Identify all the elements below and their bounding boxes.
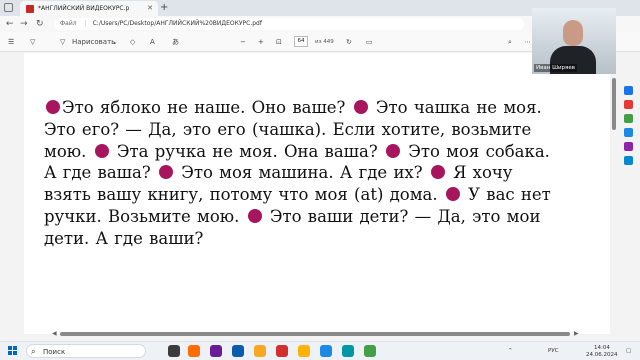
bullet-dot-icon bbox=[46, 100, 60, 114]
app-icon-1[interactable] bbox=[188, 345, 200, 357]
document-sentence: Это моя машина. А где их? bbox=[174, 163, 429, 183]
address-field[interactable]: Файл | C:/Users/PC/Desktop/АНГЛИЙСКИЙ%20ВИ… bbox=[54, 18, 524, 30]
close-tab-icon[interactable]: ✕ bbox=[147, 1, 153, 16]
webcam-overlay: Иван Ширяев bbox=[532, 8, 616, 74]
taskbar-search-placeholder: Поиск bbox=[43, 348, 66, 356]
app-icon-2[interactable] bbox=[276, 345, 288, 357]
horizontal-scrollbar[interactable] bbox=[60, 332, 570, 336]
translate-icon[interactable]: あ bbox=[172, 36, 179, 48]
language-indicator[interactable]: РУС bbox=[548, 348, 559, 354]
document-viewport: Это яблоко не наше. Оно ваше? Это чашка … bbox=[0, 53, 640, 334]
tab-title: *АНГЛИЙСКИЙ ВИДЕОКУРС.p bbox=[38, 5, 130, 12]
copilot-icon[interactable] bbox=[624, 86, 633, 95]
bullet-dot-icon bbox=[158, 165, 173, 180]
task-view-icon[interactable] bbox=[168, 345, 180, 357]
tray-chevron-icon[interactable]: ⌃ bbox=[508, 348, 513, 354]
reload-icon[interactable]: ↻ bbox=[36, 17, 44, 31]
bullet-dot-icon bbox=[445, 187, 460, 202]
bullet-dot-icon bbox=[430, 165, 445, 180]
notifications-icon[interactable]: ▢ bbox=[626, 348, 631, 354]
shopping-icon[interactable] bbox=[624, 100, 633, 109]
page-total: из 449 bbox=[315, 39, 334, 45]
yandex-icon[interactable] bbox=[210, 345, 222, 357]
document-sentence: Эта ручка не моя. Она ваша? bbox=[110, 141, 384, 161]
new-tab-button[interactable]: + bbox=[160, 0, 168, 15]
app-icon-3[interactable] bbox=[298, 345, 310, 357]
forward-icon[interactable]: → bbox=[20, 17, 28, 31]
draw-dropdown-icon[interactable]: ⌄ bbox=[112, 36, 118, 48]
clock-date[interactable]: 24.06.2024 bbox=[586, 352, 618, 358]
highlight-icon[interactable]: ▽ bbox=[30, 36, 35, 48]
bullet-dot-icon bbox=[94, 143, 109, 158]
bullet-dot-icon bbox=[247, 208, 262, 223]
scroll-left-icon[interactable]: ◀ bbox=[52, 330, 57, 337]
draw-button[interactable]: Нарисовать bbox=[72, 36, 115, 48]
eraser-icon[interactable]: ◇ bbox=[130, 36, 135, 48]
address-file-label: Файл bbox=[60, 20, 77, 27]
rotate-icon[interactable]: ↻ bbox=[346, 36, 352, 48]
app-icon-5[interactable] bbox=[364, 345, 376, 357]
tab-actions-icon[interactable] bbox=[4, 3, 13, 12]
search-icon: ⌕ bbox=[31, 347, 36, 356]
draw-icon[interactable]: ▽ bbox=[60, 36, 65, 48]
app-icon-4[interactable] bbox=[342, 345, 354, 357]
bullet-dot-icon bbox=[385, 143, 400, 158]
address-separator: | bbox=[84, 20, 87, 27]
page-view-icon[interactable]: ▭ bbox=[366, 36, 373, 48]
outlook-icon[interactable] bbox=[624, 156, 633, 165]
bullet-dot-icon bbox=[353, 100, 368, 114]
presenter-head bbox=[563, 20, 583, 46]
back-icon[interactable]: ← bbox=[6, 17, 14, 31]
document-sentence: Это яблоко не наше. Оно ваше? bbox=[62, 98, 352, 117]
clock-time[interactable]: 14:04 bbox=[594, 345, 610, 351]
windows-start-icon[interactable] bbox=[8, 346, 18, 356]
taskbar: ⌕ Поиск ⌃ РУС 14:04 24.06.2024 ▢ bbox=[0, 341, 640, 360]
edge-browser-icon[interactable] bbox=[320, 345, 332, 357]
file-explorer-icon[interactable] bbox=[254, 345, 266, 357]
tools-icon[interactable] bbox=[624, 114, 633, 123]
zoom-in-button[interactable]: + bbox=[258, 36, 264, 48]
address-url: C:/Users/PC/Desktop/АНГЛИЙСКИЙ%20ВИДЕОКУ… bbox=[92, 20, 262, 27]
pdf-file-icon bbox=[26, 5, 34, 13]
fit-page-icon[interactable]: ⊡ bbox=[276, 36, 282, 48]
table-of-contents-icon[interactable]: ☰ bbox=[8, 36, 14, 48]
zoom-out-button[interactable]: − bbox=[240, 36, 246, 48]
pdf-page: Это яблоко не наше. Оно ваше? Это чашка … bbox=[24, 53, 610, 334]
zoom-app-icon[interactable] bbox=[232, 345, 244, 357]
search-icon[interactable]: ⌕ bbox=[508, 36, 512, 48]
games-icon[interactable] bbox=[624, 128, 633, 137]
browser-tab[interactable]: *АНГЛИЙСКИЙ ВИДЕОКУРС.p ✕ bbox=[20, 1, 158, 16]
read-aloud-icon[interactable]: A bbox=[150, 36, 155, 48]
office-icon[interactable] bbox=[624, 142, 633, 151]
presenter-name: Иван Ширяев bbox=[534, 64, 577, 72]
scroll-right-icon[interactable]: ▶ bbox=[574, 330, 579, 337]
page-number-input[interactable]: 64 bbox=[294, 36, 308, 47]
more-options-icon[interactable]: ⋯ bbox=[524, 36, 531, 48]
document-text: Это яблоко не наше. Оно ваше? Это чашка … bbox=[44, 97, 564, 250]
vertical-scrollbar[interactable] bbox=[612, 78, 616, 130]
taskbar-search[interactable]: ⌕ Поиск bbox=[26, 344, 146, 358]
